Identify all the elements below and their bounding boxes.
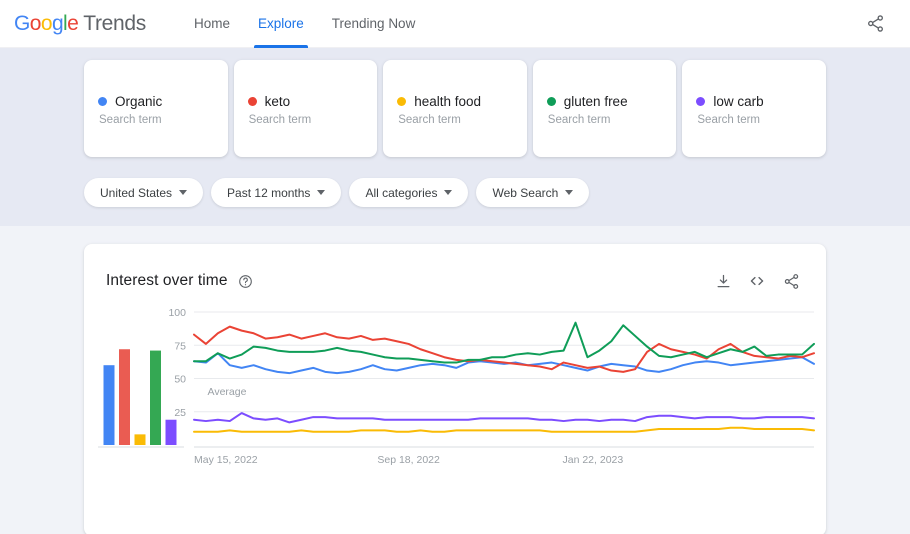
- average-bar-gluten-free: [150, 350, 161, 445]
- series-color-dot-health-food: [397, 97, 407, 106]
- series-color-dot-low-carb: [696, 97, 706, 106]
- help-circle-icon[interactable]: [238, 274, 253, 289]
- x-axis-tick-label: May 15, 2022: [194, 454, 258, 466]
- search-term-label: health food: [414, 94, 481, 109]
- average-bar-low-carb: [165, 419, 177, 445]
- chevron-down-icon: [317, 190, 326, 195]
- page-title: Interest over time: [106, 272, 228, 289]
- chart-body: 25 50 75 100 May 15, 2022 Sep 18, 2022 Jan 22,…: [84, 302, 826, 534]
- y-axis-tick-label: 50: [174, 374, 186, 386]
- search-term-type: Search term: [248, 114, 312, 126]
- filter-category-label: All categories: [365, 185, 438, 200]
- filter-location-label: United States: [100, 185, 173, 200]
- top-bar-actions: [858, 7, 892, 41]
- search-term-label: gluten free: [563, 94, 628, 109]
- share-icon[interactable]: [858, 7, 892, 41]
- chart-line-gluten-free: [193, 321, 815, 364]
- chart-line-low-carb: [193, 412, 815, 424]
- y-axis-tick-label: 100: [168, 307, 186, 319]
- search-term-card-low-carb[interactable]: low carb Search term: [682, 60, 826, 157]
- embed-code-icon[interactable]: [744, 268, 770, 294]
- chart-line-keto: [193, 325, 815, 373]
- filter-time-range-label: Past 12 months: [227, 185, 311, 200]
- top-navigation-bar: Google Trends Home Explore Trending Now: [0, 0, 910, 48]
- google-trends-page: Google Trends Home Explore Trending Now: [0, 0, 910, 534]
- series-color-dot-organic: [98, 97, 107, 106]
- chart-card-header: Interest over time: [84, 244, 826, 294]
- results-band: Interest over time 25 50 75 100 May 15, …: [0, 226, 910, 534]
- filter-search-type-label: Web Search: [492, 185, 559, 200]
- x-axis-tick-label: Sep 18, 2022: [377, 454, 440, 466]
- chevron-down-icon: [444, 190, 453, 195]
- average-bar-health-food: [134, 434, 146, 445]
- nav-item-trending-now[interactable]: Trending Now: [318, 0, 430, 48]
- search-term-card-gluten-free[interactable]: gluten free Search term: [532, 60, 677, 157]
- search-term-card-organic[interactable]: Organic Search term: [84, 60, 228, 157]
- share-icon[interactable]: [778, 268, 804, 294]
- y-axis-tick-label: 25: [174, 407, 186, 419]
- average-axis-label: Average: [207, 386, 247, 398]
- trends-wordmark: Trends: [83, 11, 146, 35]
- chevron-down-icon: [179, 190, 188, 195]
- main-nav: Home Explore Trending Now: [180, 0, 429, 48]
- chart-card-actions: [710, 268, 804, 294]
- interest-over-time-chart[interactable]: 25 50 75 100 May 15, 2022 Sep 18, 2022 Jan 22,…: [84, 302, 826, 534]
- series-color-dot-keto: [247, 97, 257, 106]
- chevron-down-icon: [565, 190, 574, 195]
- filter-category[interactable]: All categories: [349, 178, 469, 207]
- search-term-label: low carb: [713, 94, 764, 109]
- average-bar-Organic: [103, 365, 115, 445]
- chart-line-health-food: [193, 426, 815, 433]
- average-bar-keto: [119, 349, 130, 445]
- x-axis-tick-label: Jan 22, 2023: [563, 454, 624, 466]
- search-term-type: Search term: [697, 114, 761, 126]
- download-icon[interactable]: [710, 268, 736, 294]
- search-terms-band: Organic Search term keto Search term hea…: [0, 48, 910, 226]
- filter-location[interactable]: United States: [84, 178, 204, 207]
- search-term-type: Search term: [99, 114, 162, 126]
- search-term-card-health-food[interactable]: health food Search term: [383, 60, 527, 157]
- filters-row: United States Past 12 months All categor…: [0, 178, 910, 207]
- interest-over-time-card: Interest over time 25 50 75 100 May 15, …: [84, 244, 826, 534]
- search-terms-row: Organic Search term keto Search term hea…: [0, 60, 910, 157]
- google-trends-logo[interactable]: Google Trends: [14, 12, 146, 36]
- google-wordmark: Google: [14, 11, 79, 35]
- nav-item-home[interactable]: Home: [180, 0, 244, 48]
- search-term-card-keto[interactable]: keto Search term: [233, 60, 378, 157]
- search-term-type: Search term: [547, 114, 611, 126]
- search-term-label: Organic: [115, 94, 163, 109]
- search-term-label: keto: [264, 94, 291, 109]
- filter-time-range[interactable]: Past 12 months: [211, 178, 342, 207]
- search-term-type: Search term: [398, 114, 461, 126]
- y-axis-tick-label: 75: [174, 340, 186, 352]
- nav-item-explore[interactable]: Explore: [244, 0, 318, 48]
- filter-search-type[interactable]: Web Search: [476, 178, 590, 207]
- series-color-dot-gluten-free: [546, 97, 556, 106]
